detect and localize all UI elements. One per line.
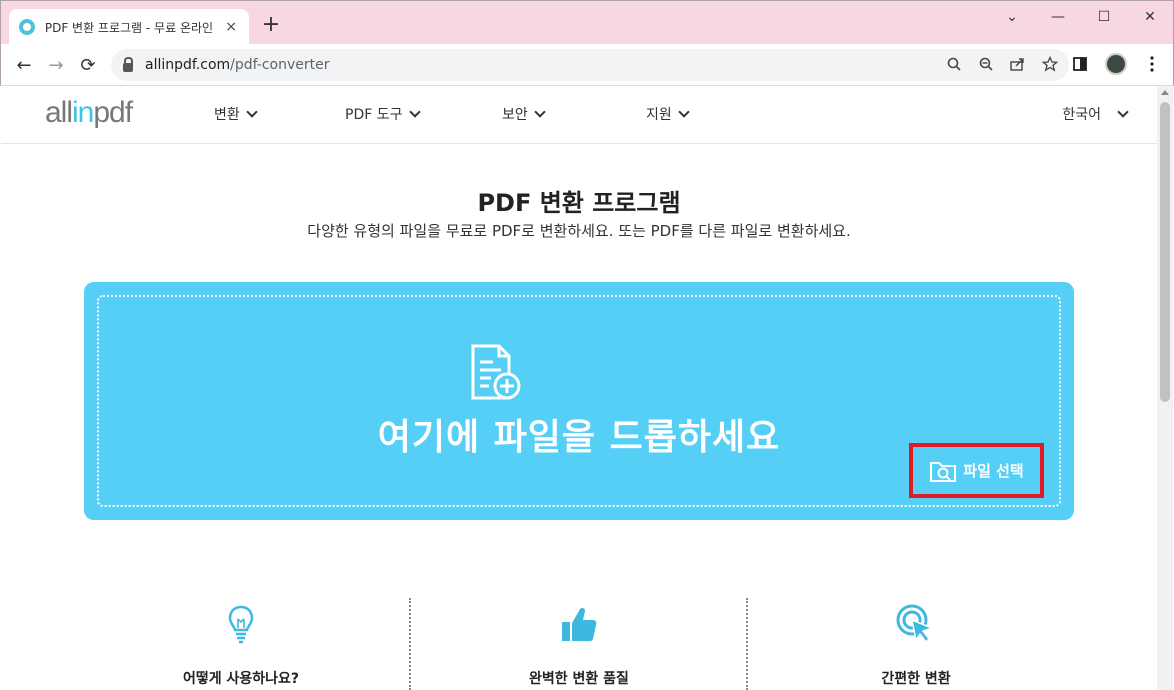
lock-icon[interactable] — [123, 56, 133, 72]
menu-security-label: 보안 — [502, 107, 528, 123]
site-favicon-icon — [19, 19, 35, 35]
site-header: allinpdf 변환 PDF 도구 보안 지원 한국어 — [1, 86, 1157, 144]
browser-titlebar: PDF 변환 프로그램 - 무료 온라인 × + ⌄ — ☐ ✕ — [0, 0, 1174, 45]
chevron-down-icon — [678, 105, 690, 118]
bookmark-star-icon[interactable] — [1041, 55, 1059, 73]
new-tab-button[interactable]: + — [259, 13, 283, 37]
feature-label: 간편한 변환 — [881, 671, 951, 687]
menu-support-label: 지원 — [646, 107, 672, 123]
feature-label: 어떻게 사용하나요? — [182, 671, 300, 687]
language-selector[interactable]: 한국어 — [1062, 104, 1129, 124]
folder-search-icon — [930, 461, 957, 482]
search-icon[interactable] — [945, 55, 963, 73]
tab-search-button[interactable]: ⌄ — [989, 1, 1035, 33]
page-content: allinpdf 변환 PDF 도구 보안 지원 한국어 PDF 변환 프로그램… — [1, 86, 1157, 690]
share-icon[interactable] — [1009, 55, 1027, 73]
chevron-down-icon — [534, 105, 546, 118]
site-logo[interactable]: allinpdf — [45, 96, 133, 130]
window-controls: ⌄ — ☐ ✕ — [989, 1, 1173, 33]
back-button[interactable]: ← — [11, 52, 37, 78]
add-document-icon — [471, 344, 521, 400]
zoom-out-icon[interactable] — [977, 55, 995, 73]
thumbs-up-icon — [562, 608, 597, 641]
reload-button[interactable]: ⟳ — [75, 52, 101, 78]
profile-avatar[interactable] — [1105, 53, 1127, 75]
menu-convert[interactable]: 변환 — [214, 104, 258, 124]
menu-pdf-tools-label: PDF 도구 — [345, 107, 403, 123]
menu-pdf-tools[interactable]: PDF 도구 — [345, 104, 421, 124]
browser-tab[interactable]: PDF 변환 프로그램 - 무료 온라인 × — [9, 9, 249, 45]
choose-file-button[interactable]: 파일 선택 — [909, 443, 1044, 498]
close-window-button[interactable]: ✕ — [1127, 1, 1173, 33]
page-scrollbar[interactable] — [1157, 86, 1173, 690]
scroll-thumb[interactable] — [1160, 102, 1170, 402]
side-panel-icon[interactable] — [1069, 53, 1091, 75]
chevron-down-icon — [246, 105, 258, 118]
minimize-button[interactable]: — — [1035, 1, 1081, 33]
click-target-icon — [896, 604, 935, 644]
url-path: /pdf-converter — [230, 57, 330, 73]
browser-toolbar: ← → ⟳ allinpdf.com/pdf-converter — [0, 44, 1174, 86]
feature-quality[interactable]: 완벽한 변환 품질 — [411, 602, 747, 688]
feature-easy[interactable]: 간편한 변환 — [748, 602, 1084, 688]
language-label: 한국어 — [1062, 107, 1101, 123]
tab-title: PDF 변환 프로그램 - 무료 온라인 — [44, 20, 214, 35]
chevron-down-icon — [408, 105, 421, 118]
menu-convert-label: 변환 — [214, 107, 240, 123]
url-host: allinpdf.com — [145, 57, 231, 73]
page-title: PDF 변환 프로그램 — [477, 189, 681, 217]
more-menu-icon[interactable] — [1141, 53, 1163, 75]
choose-file-label: 파일 선택 — [963, 462, 1024, 480]
menu-security[interactable]: 보안 — [502, 104, 546, 124]
scroll-up-icon[interactable] — [1161, 90, 1169, 95]
feature-how-to-use[interactable]: 어떻게 사용하나요? — [73, 602, 409, 688]
page-subtitle: 다양한 유형의 파일을 무료로 PDF로 변환하세요. 또는 PDF를 다른 파… — [307, 222, 851, 240]
chevron-down-icon — [1117, 106, 1129, 118]
feature-label: 완벽한 변환 품질 — [529, 671, 629, 687]
lightbulb-icon — [228, 605, 254, 644]
tab-close-icon[interactable]: × — [223, 19, 239, 35]
menu-support[interactable]: 지원 — [646, 104, 690, 124]
forward-button[interactable]: → — [43, 52, 69, 78]
address-bar[interactable]: allinpdf.com/pdf-converter — [111, 49, 1069, 81]
maximize-button[interactable]: ☐ — [1081, 1, 1127, 33]
